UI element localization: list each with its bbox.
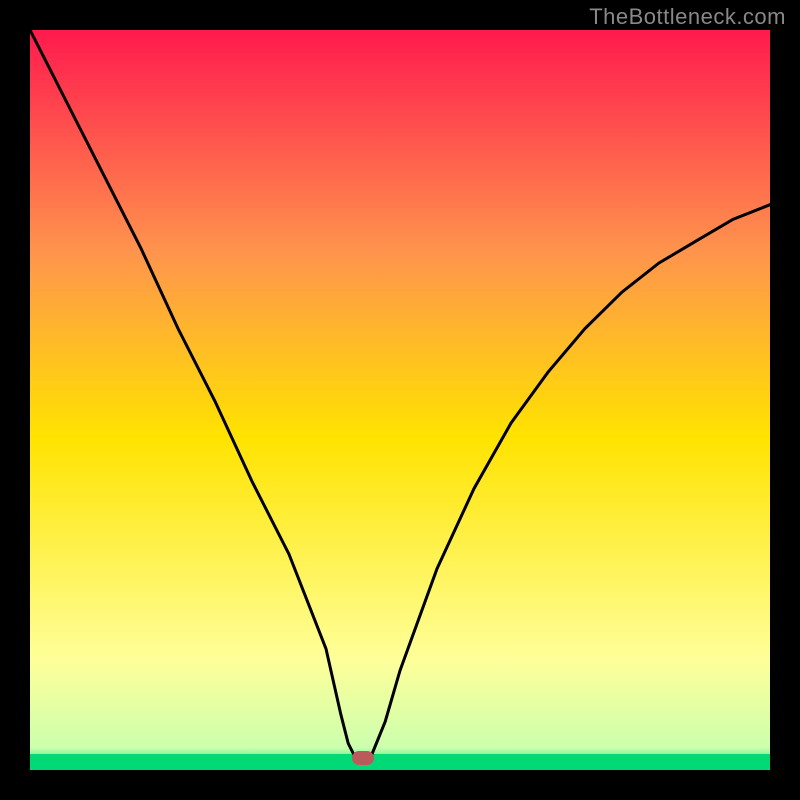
bottleneck-curve	[30, 30, 770, 770]
optimum-marker	[352, 751, 374, 765]
watermark-text: TheBottleneck.com	[589, 4, 786, 30]
plot-area	[30, 30, 770, 770]
